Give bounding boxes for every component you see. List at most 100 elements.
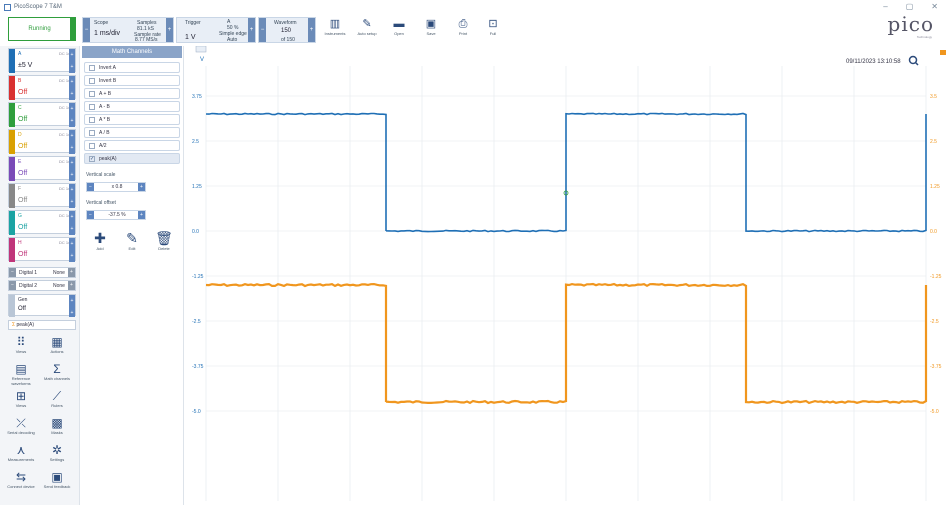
channel-range[interactable]: Off — [18, 251, 27, 258]
send-feedback-button[interactable]: ▣ Send feedback — [40, 470, 74, 489]
connect-device-button[interactable]: ⇆ Connect device — [4, 470, 38, 489]
digital-1-decrease[interactable]: − — [9, 268, 16, 277]
minimize-button[interactable]: – — [883, 2, 887, 11]
checkbox[interactable] — [89, 130, 95, 136]
close-button[interactable]: ✕ — [931, 2, 938, 11]
left-tick-label: 0.0 — [192, 229, 199, 235]
channel-range-buttons[interactable]: + + — [69, 184, 75, 208]
trigger-level[interactable]: 1 V — [185, 34, 196, 41]
checkbox[interactable] — [89, 143, 95, 149]
channel-b-row[interactable]: B DC 1x Off + + — [8, 75, 76, 100]
full-screen-button[interactable]: ⊡ Full — [480, 18, 506, 36]
math-channel-badge[interactable]: Σ peak(A) — [8, 320, 76, 330]
math-item-1[interactable]: Invert B — [84, 75, 180, 86]
delete-button[interactable]: 🗑 Delete — [152, 230, 176, 251]
math-item-7[interactable]: ✓ peak(A) — [84, 153, 180, 164]
channel-range[interactable]: Off — [18, 89, 27, 96]
channel-range[interactable]: ±5 V — [18, 62, 32, 69]
channel-range-buttons[interactable]: + + — [69, 238, 75, 262]
run-stop-button[interactable]: Running — [8, 17, 76, 41]
trigger-increase-button[interactable]: + — [248, 18, 255, 42]
views-grid-button[interactable]: ⊞ Views — [4, 389, 38, 408]
digital-2-row[interactable]: − Digital 2 None + — [8, 280, 76, 291]
math-item-5[interactable]: A / B — [84, 127, 180, 138]
checkbox[interactable] — [89, 104, 95, 110]
channel-range[interactable]: Off — [18, 116, 27, 123]
channel-range[interactable]: Off — [18, 224, 27, 231]
channel-f-row[interactable]: F DC 1x Off + + — [8, 183, 76, 208]
auto-setup-button[interactable]: ✎ Auto setup — [354, 18, 380, 36]
settings-button[interactable]: ✲ Settings — [40, 443, 74, 462]
print-button[interactable]: ⎙ Print — [450, 18, 476, 36]
vertical-offset-value[interactable]: -37.5 % — [97, 211, 137, 219]
actions-button[interactable]: ▦ Actions — [40, 335, 74, 354]
vertical-scale-decrease[interactable]: − — [87, 183, 94, 191]
channel-range-buttons[interactable]: + + — [69, 76, 75, 100]
masks-button[interactable]: ▩ Masks — [40, 416, 74, 435]
channel-a-row[interactable]: A DC 1x ±5 V + + — [8, 48, 76, 73]
channel-g-row[interactable]: G DC 1x Off + + — [8, 210, 76, 235]
axis-toggle-button[interactable] — [195, 45, 207, 53]
channel-range[interactable]: Off — [18, 170, 27, 177]
math-item-6[interactable]: A/2 — [84, 140, 180, 151]
timebase-value[interactable]: 1 ms/div — [94, 30, 120, 37]
save-button[interactable]: ▣ Save — [418, 18, 444, 36]
channel-range-buttons[interactable]: + + — [69, 157, 75, 181]
checkbox[interactable]: ✓ — [89, 156, 95, 162]
generator-button[interactable]: + + — [69, 295, 75, 317]
checkbox[interactable] — [89, 117, 95, 123]
edit-button[interactable]: ✎ Edit — [120, 230, 144, 251]
math-item-3[interactable]: A - B — [84, 101, 180, 112]
checkbox[interactable] — [89, 78, 95, 84]
waveform-prev-button[interactable]: − — [259, 18, 266, 42]
maximize-button[interactable]: ▢ — [906, 2, 914, 11]
trigger-mode[interactable]: Auto — [227, 37, 237, 43]
vertical-offset-stepper[interactable]: − -37.5 % + — [86, 210, 146, 220]
serial-decoding-button[interactable]: ⤫ Serial decoding — [4, 416, 38, 435]
channel-e-row[interactable]: E DC 1x Off + + — [8, 156, 76, 181]
math-item-4[interactable]: A * B — [84, 114, 180, 125]
measurements-button[interactable]: ⋏ Measurements — [4, 443, 38, 462]
channel-h-row[interactable]: H DC 1x Off + + — [8, 237, 76, 262]
instruments-button[interactable]: ▥ Instruments — [322, 18, 348, 36]
digital-2-decrease[interactable]: − — [9, 281, 16, 290]
math-axis-marker[interactable] — [940, 50, 946, 55]
add-button[interactable]: ✚ Add — [88, 230, 112, 251]
channel-range-buttons[interactable]: + + — [69, 49, 75, 73]
scope-graph[interactable]: 3.75 2.5 1.25 0.0 -1.25 -2.5 -3.75 -5.0 3.5 2.5 1… — [186, 45, 946, 505]
math-item-0[interactable]: Invert A — [84, 62, 180, 73]
channel-name: C — [18, 105, 22, 111]
generator-row[interactable]: Gen Off + + — [8, 294, 76, 317]
channel-range-buttons[interactable]: + + — [69, 130, 75, 154]
math-item-2[interactable]: A + B — [84, 88, 180, 99]
timebase-decrease-button[interactable]: − — [83, 18, 90, 42]
vertical-offset-increase[interactable]: + — [138, 211, 145, 219]
channel-range[interactable]: Off — [18, 143, 27, 150]
vertical-scale-increase[interactable]: + — [138, 183, 145, 191]
scope-view[interactable]: 3.75 2.5 1.25 0.0 -1.25 -2.5 -3.75 -5.0 3.5 2.5 1… — [186, 45, 946, 505]
open-button[interactable]: ▬ Open — [386, 18, 412, 36]
rulers-button[interactable]: ⟋ Rulers — [40, 389, 74, 408]
math-channels-button[interactable]: Σ Math channels — [40, 362, 74, 381]
reference-waveforms-button[interactable]: ▤ Reference waveforms — [4, 362, 38, 386]
channel-range-buttons[interactable]: + + — [69, 103, 75, 127]
waveform-next-button[interactable]: + — [308, 18, 315, 42]
vertical-scale-value[interactable]: x 0.8 — [97, 183, 137, 191]
checkbox[interactable] — [89, 91, 95, 97]
waveform-value[interactable]: 150 — [281, 28, 291, 34]
left-tick-label: -2.5 — [192, 319, 201, 325]
channel-d-row[interactable]: D DC 1x Off + + — [8, 129, 76, 154]
window-title: PicoScope 7 T&M — [14, 4, 62, 10]
digital-2-increase[interactable]: + — [68, 281, 75, 290]
digital-1-increase[interactable]: + — [68, 268, 75, 277]
channel-range[interactable]: Off — [18, 197, 27, 204]
vertical-offset-decrease[interactable]: − — [87, 211, 94, 219]
views-button[interactable]: ⠿ Views — [4, 335, 38, 354]
channel-range-buttons[interactable]: + + — [69, 211, 75, 235]
channel-c-row[interactable]: C DC 1x Off + + — [8, 102, 76, 127]
full-screen-icon: ⊡ — [488, 18, 498, 30]
checkbox[interactable] — [89, 65, 95, 71]
vertical-scale-stepper[interactable]: − x 0.8 + — [86, 182, 146, 192]
timebase-increase-button[interactable]: + — [166, 18, 173, 42]
digital-1-row[interactable]: − Digital 1 None + — [8, 267, 76, 278]
